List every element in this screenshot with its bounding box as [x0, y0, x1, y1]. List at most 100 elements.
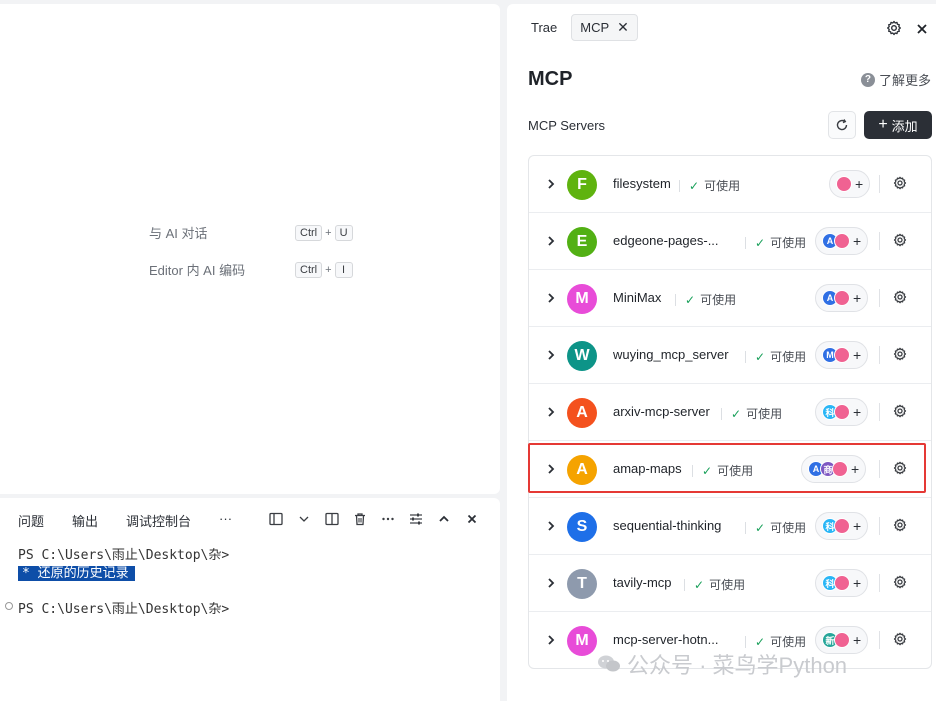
check-icon: ✓ — [755, 349, 766, 364]
gear-icon[interactable] — [893, 290, 907, 309]
panel-tabs: Trae MCP ✕ — [523, 14, 638, 41]
chevron-right-icon[interactable] — [546, 633, 556, 651]
tab-mcp[interactable]: MCP ✕ — [571, 14, 638, 41]
terminal-panel: 问题 输出 调试控制台 ··· PS C:\Users\雨止\Desktop\杂… — [0, 498, 500, 701]
plus-icon: + — [853, 404, 862, 420]
terminal-toolbar — [268, 511, 480, 527]
capability-badges[interactable]: 科 + — [815, 569, 869, 597]
terminal-prompt: PS C:\Users\雨止\Desktop\杂> — [18, 548, 230, 563]
server-row[interactable]: S sequential-thinking ✓ 可使用 科 + — [529, 498, 931, 555]
chevron-right-icon[interactable] — [546, 519, 556, 537]
servers-section-label: MCP Servers — [528, 118, 606, 133]
sliders-icon[interactable] — [408, 511, 424, 527]
key-plus: + — [325, 263, 332, 276]
capability-badges[interactable]: A + — [815, 227, 869, 255]
learn-more-link[interactable]: ? 了解更多 — [860, 70, 931, 89]
server-row[interactable]: W wuying_mcp_server ✓ 可使用 M + — [529, 327, 931, 384]
shortcut-row-inline-ai: Editor 内 AI 编码 Ctrl + I — [149, 260, 353, 279]
learn-more-label: 了解更多 — [878, 73, 931, 88]
gear-icon[interactable] — [893, 632, 907, 651]
close-icon[interactable]: ✕ — [617, 19, 629, 36]
tab-more[interactable]: ··· — [219, 511, 232, 530]
status-text: 可使用 — [770, 521, 807, 535]
terminal-history-restored: * 还原的历史记录 — [18, 562, 135, 581]
plus-icon: + — [878, 116, 888, 133]
check-icon: ✓ — [755, 520, 766, 535]
chevron-right-icon[interactable] — [546, 405, 556, 423]
server-row[interactable]: A arxiv-mcp-server ✓ 可使用 科 + — [529, 384, 931, 441]
gear-icon[interactable] — [893, 575, 907, 594]
tool-badge-icon — [834, 347, 850, 363]
help-icon: ? — [860, 72, 875, 87]
tab-mcp-label: MCP — [580, 20, 610, 35]
plus-icon: + — [853, 575, 862, 591]
add-button-label: 添加 — [891, 118, 918, 134]
new-terminal-layout-icon[interactable] — [268, 511, 284, 527]
tool-badge-icon — [834, 632, 850, 648]
server-row[interactable]: F filesystem ✓ 可使用 + — [529, 156, 931, 213]
gear-icon[interactable] — [893, 176, 907, 195]
server-avatar: M — [567, 284, 597, 314]
trash-icon[interactable] — [352, 511, 368, 527]
plus-icon: + — [853, 518, 862, 534]
add-server-button[interactable]: + 添加 — [864, 111, 932, 139]
status-badge: ✓ 可使用 — [679, 177, 740, 194]
gear-icon[interactable] — [893, 518, 907, 537]
watermark: 公众号 · 菜鸟学Python — [597, 648, 847, 680]
server-avatar: T — [567, 569, 597, 599]
refresh-button[interactable] — [828, 111, 856, 139]
chevron-right-icon[interactable] — [546, 234, 556, 252]
check-icon: ✓ — [694, 577, 705, 592]
tab-trae[interactable]: Trae — [523, 16, 565, 39]
wechat-icon — [598, 655, 620, 672]
terminal-command-circle-icon — [5, 602, 13, 610]
watermark-text: 公众号 · 菜鸟学Python — [627, 653, 848, 678]
server-row[interactable]: E edgeone-pages-... ✓ 可使用 A + — [529, 213, 931, 270]
status-badge: ✓ 可使用 — [745, 519, 806, 536]
editor-area: 与 AI 对话 Ctrl + U Editor 内 AI 编码 Ctrl + I — [0, 4, 500, 494]
tab-debug-console[interactable]: 调试控制台 — [126, 511, 191, 530]
chevron-right-icon[interactable] — [546, 177, 556, 195]
server-avatar: E — [567, 227, 597, 257]
capability-badges[interactable]: + — [829, 170, 871, 198]
close-icon[interactable] — [464, 511, 480, 527]
server-row[interactable]: T tavily-mcp ✓ 可使用 科 + — [529, 555, 931, 612]
check-icon: ✓ — [685, 292, 696, 307]
ai-side-panel: Trae MCP ✕ MCP ? 了解更多 MCP Servers + 添加 F… — [507, 4, 936, 701]
tool-badge-icon — [836, 176, 852, 192]
chevron-down-icon[interactable] — [296, 511, 312, 527]
capability-badges[interactable]: 科 + — [815, 398, 869, 426]
chevron-right-icon[interactable] — [546, 348, 556, 366]
server-row[interactable]: M MiniMax ✓ 可使用 A + — [529, 270, 931, 327]
tab-problems[interactable]: 问题 — [18, 511, 44, 530]
server-name: wuying_mcp_server — [613, 347, 729, 362]
server-avatar: A — [567, 398, 597, 428]
chevron-up-icon[interactable] — [436, 511, 452, 527]
close-icon[interactable] — [916, 22, 928, 40]
capability-badges[interactable]: 科 + — [815, 512, 869, 540]
server-name: mcp-server-hotn... — [613, 632, 719, 647]
check-icon: ✓ — [755, 634, 766, 649]
chevron-right-icon[interactable] — [546, 576, 556, 594]
tab-output[interactable]: 输出 — [72, 511, 98, 530]
capability-badges[interactable]: A + — [815, 284, 869, 312]
split-terminal-icon[interactable] — [324, 511, 340, 527]
more-actions-icon[interactable] — [380, 511, 396, 527]
server-name: filesystem — [613, 176, 671, 191]
terminal-prompt: PS C:\Users\雨止\Desktop\杂> — [18, 602, 230, 617]
server-name: arxiv-mcp-server — [613, 404, 710, 419]
status-text: 可使用 — [709, 578, 746, 592]
chevron-right-icon[interactable] — [546, 291, 556, 309]
shortcut-row-chat: 与 AI 对话 Ctrl + U — [149, 223, 353, 242]
check-icon: ✓ — [731, 406, 742, 421]
status-text: 可使用 — [704, 179, 741, 193]
gear-icon[interactable] — [893, 404, 907, 423]
server-name: tavily-mcp — [613, 575, 672, 590]
gear-icon[interactable] — [893, 233, 907, 252]
gear-icon[interactable] — [886, 20, 902, 41]
gear-icon[interactable] — [893, 347, 907, 366]
plus-icon: + — [853, 632, 862, 648]
plus-icon: + — [855, 176, 864, 192]
capability-badges[interactable]: M + — [815, 341, 869, 369]
server-avatar: M — [567, 626, 597, 656]
